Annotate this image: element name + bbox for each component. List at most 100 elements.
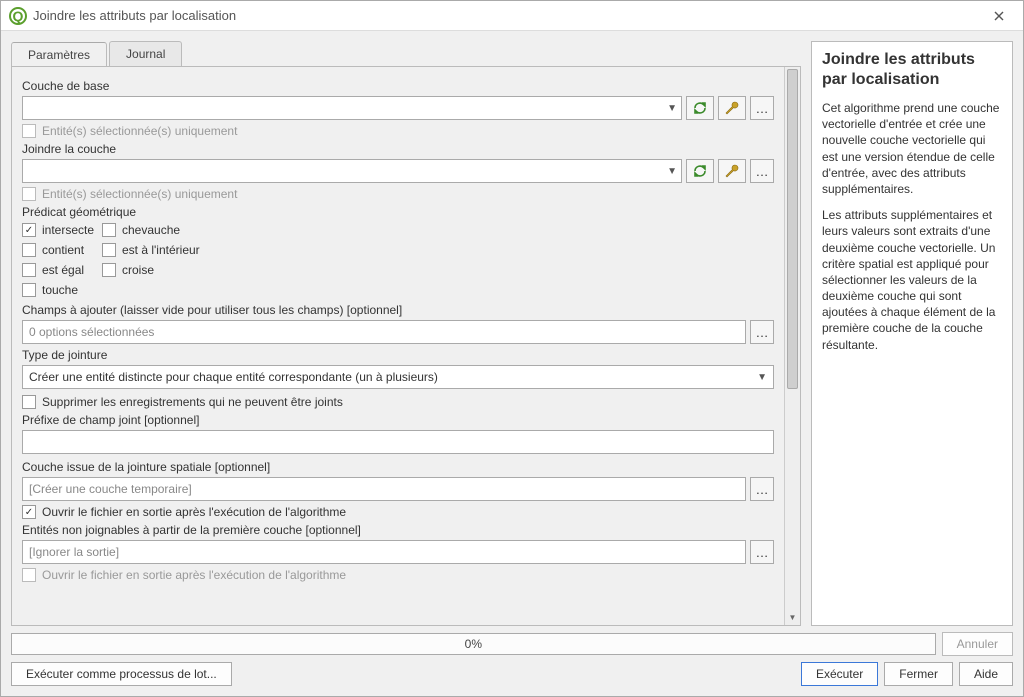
unjoinable-input[interactable]: [Ignorer la sortie] <box>22 540 746 564</box>
cancel-button[interactable]: Annuler <box>942 632 1013 656</box>
predicate-label: Prédicat géométrique <box>22 205 774 219</box>
ellipsis-icon: … <box>756 545 769 560</box>
output-row: [Créer une couche temporaire] … <box>22 477 774 501</box>
predicate-contains: contient <box>22 243 102 257</box>
scroll-down-icon[interactable]: ▼ <box>785 609 800 625</box>
chevron-down-icon: ▼ <box>757 372 767 383</box>
predicate-touches: touche <box>22 283 102 297</box>
close-dialog-button[interactable]: Fermer <box>884 662 953 686</box>
progress-row: 0% Annuler <box>11 632 1013 656</box>
button-group: Exécuter Fermer Aide <box>801 662 1013 686</box>
intersects-checkbox[interactable] <box>22 223 36 237</box>
help-paragraph-2: Les attributs supplémentaires et leurs v… <box>822 207 1002 353</box>
main-area: Paramètres Journal ▼ Couche de base ▼ <box>1 31 1023 626</box>
unjoinable-options-button[interactable]: … <box>750 540 774 564</box>
batch-button[interactable]: Exécuter comme processus de lot... <box>11 662 232 686</box>
settings-button-2[interactable] <box>718 159 746 183</box>
join-selected-only-row: Entité(s) sélectionnée(s) uniquement <box>22 187 774 201</box>
open-after-label-2: Ouvrir le fichier en sortie après l'exéc… <box>42 568 346 582</box>
base-layer-row: ▼ … <box>22 96 774 120</box>
touches-label: touche <box>42 283 78 297</box>
iterate-button[interactable] <box>686 96 714 120</box>
join-type-label: Type de jointure <box>22 348 774 362</box>
tab-log[interactable]: Journal <box>109 41 182 66</box>
unjoinable-row: [Ignorer la sortie] … <box>22 540 774 564</box>
help-pane: Joindre les attributs par localisation C… <box>811 41 1013 626</box>
discard-row: Supprimer les enregistrements qui ne peu… <box>22 395 774 409</box>
open-after-checkbox-2[interactable] <box>22 568 36 582</box>
ellipsis-icon: … <box>756 164 769 179</box>
output-label: Couche issue de la jointure spatiale [op… <box>22 460 774 474</box>
fields-row: 0 options sélectionnées … <box>22 320 774 344</box>
output-input[interactable]: [Créer une couche temporaire] <box>22 477 746 501</box>
within-label: est à l'intérieur <box>122 243 200 257</box>
join-type-value: Créer une entité distincte pour chaque e… <box>29 370 438 384</box>
progress-text: 0% <box>465 637 482 651</box>
bottom-bar: 0% Annuler Exécuter comme processus de l… <box>1 626 1023 696</box>
equals-checkbox[interactable] <box>22 263 36 277</box>
refresh-icon <box>692 163 708 179</box>
left-pane: Paramètres Journal ▼ Couche de base ▼ <box>11 41 801 626</box>
help-title: Joindre les attributs par localisation <box>822 50 1002 90</box>
run-button[interactable]: Exécuter <box>801 662 878 686</box>
crosses-label: croise <box>122 263 154 277</box>
open-after-label: Ouvrir le fichier en sortie après l'exéc… <box>42 505 346 519</box>
join-selected-only-label: Entité(s) sélectionnée(s) uniquement <box>42 187 237 201</box>
close-icon <box>994 11 1004 21</box>
chevron-down-icon: ▼ <box>667 166 677 177</box>
predicate-equals: est égal <box>22 263 102 277</box>
options-button-2[interactable]: … <box>750 159 774 183</box>
base-layer-label: Couche de base <box>22 79 774 93</box>
options-button[interactable]: … <box>750 96 774 120</box>
overlaps-checkbox[interactable] <box>102 223 116 237</box>
fields-input[interactable]: 0 options sélectionnées <box>22 320 746 344</box>
close-button[interactable] <box>983 1 1015 31</box>
tab-bar: Paramètres Journal <box>11 41 801 66</box>
predicate-within: est à l'intérieur <box>102 243 222 257</box>
base-selected-only-checkbox[interactable] <box>22 124 36 138</box>
parameters-panel: ▼ Couche de base ▼ … Entité(s) sélectio <box>11 66 801 626</box>
contains-checkbox[interactable] <box>22 243 36 257</box>
crosses-checkbox[interactable] <box>102 263 116 277</box>
panel-scrollbar[interactable]: ▼ <box>784 67 800 625</box>
touches-checkbox[interactable] <box>22 283 36 297</box>
open-after-checkbox[interactable] <box>22 505 36 519</box>
chevron-down-icon: ▼ <box>667 103 677 114</box>
ellipsis-icon: … <box>756 482 769 497</box>
join-type-select[interactable]: Créer une entité distincte pour chaque e… <box>22 365 774 389</box>
output-options-button[interactable]: … <box>750 477 774 501</box>
discard-checkbox[interactable] <box>22 395 36 409</box>
predicate-grid: intersecte chevauche contient est à l'in… <box>22 223 774 297</box>
open-after-row-2: Ouvrir le fichier en sortie après l'exéc… <box>22 568 774 582</box>
wrench-icon <box>724 163 740 179</box>
prefix-input[interactable] <box>22 430 774 454</box>
open-after-row: Ouvrir le fichier en sortie après l'exéc… <box>22 505 774 519</box>
predicate-overlaps: chevauche <box>102 223 222 237</box>
refresh-icon <box>692 100 708 116</box>
help-button[interactable]: Aide <box>959 662 1013 686</box>
window-title: Joindre les attributs par localisation <box>33 8 983 23</box>
base-layer-combo[interactable]: ▼ <box>22 96 682 120</box>
prefix-label: Préfixe de champ joint [optionnel] <box>22 413 774 427</box>
unjoinable-label: Entités non joignables à partir de la pr… <box>22 523 774 537</box>
scrollbar-thumb[interactable] <box>787 69 798 389</box>
join-layer-label: Joindre la couche <box>22 142 774 156</box>
form-content: Couche de base ▼ … Entité(s) sélectionné… <box>22 79 790 582</box>
wrench-icon <box>724 100 740 116</box>
fields-options-button[interactable]: … <box>750 320 774 344</box>
join-layer-row: ▼ … <box>22 159 774 183</box>
equals-label: est égal <box>42 263 84 277</box>
settings-button[interactable] <box>718 96 746 120</box>
join-layer-combo[interactable]: ▼ <box>22 159 682 183</box>
fields-label: Champs à ajouter (laisser vide pour util… <box>22 303 774 317</box>
base-selected-only-label: Entité(s) sélectionnée(s) uniquement <box>42 124 237 138</box>
base-selected-only-row: Entité(s) sélectionnée(s) uniquement <box>22 124 774 138</box>
tab-parameters[interactable]: Paramètres <box>11 42 107 67</box>
predicate-crosses: croise <box>102 263 222 277</box>
within-checkbox[interactable] <box>102 243 116 257</box>
predicate-intersects: intersecte <box>22 223 102 237</box>
join-selected-only-checkbox[interactable] <box>22 187 36 201</box>
iterate-button-2[interactable] <box>686 159 714 183</box>
contains-label: contient <box>42 243 84 257</box>
progress-bar: 0% <box>11 633 936 655</box>
